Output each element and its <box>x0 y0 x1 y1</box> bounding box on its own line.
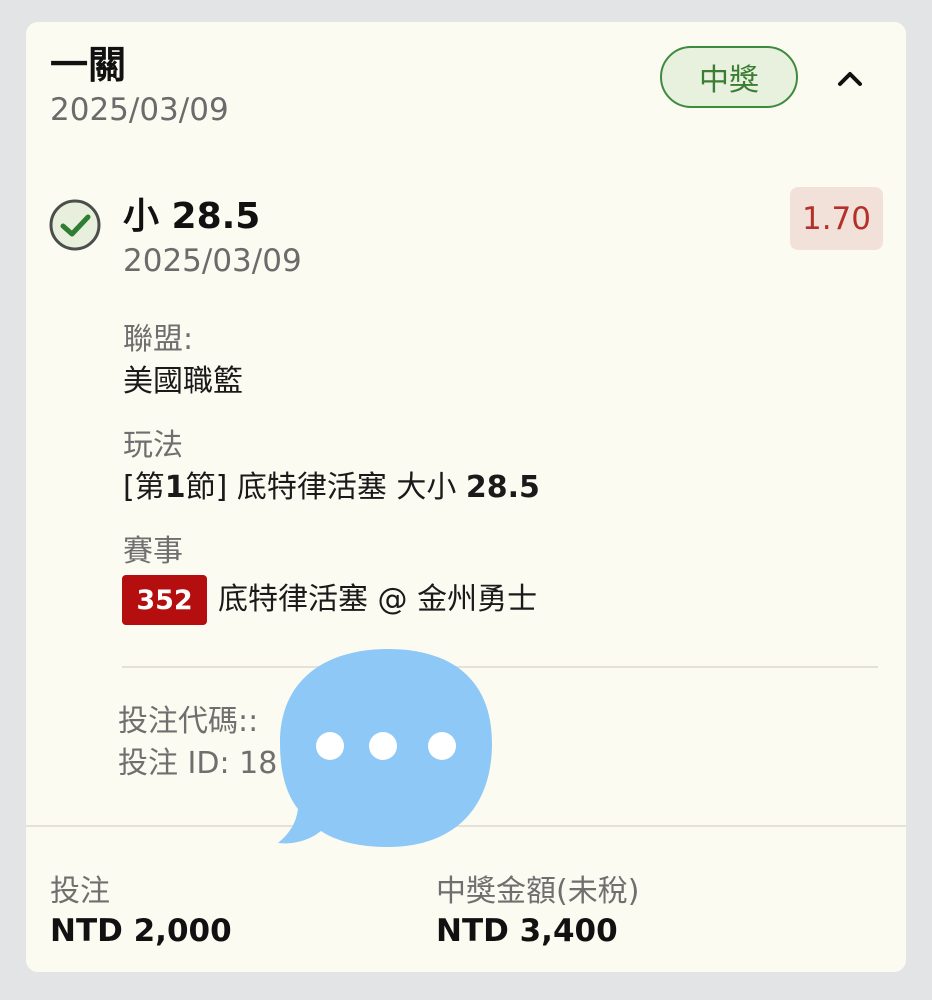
payout-label: 中獎金額(未稅) <box>436 874 640 909</box>
bet-code-label: 投注代碼:: <box>118 704 259 739</box>
collapse-button[interactable] <box>826 58 874 98</box>
market-period: 1 <box>164 470 186 505</box>
selection-date: 2025/03/09 <box>123 243 302 279</box>
divider <box>122 666 878 668</box>
event-code: 352 <box>136 584 193 616</box>
event-name: 底特律活塞 @ 金州勇士 <box>218 582 538 617</box>
bet-date: 2025/03/09 <box>50 92 229 128</box>
event-label: 賽事 <box>123 534 183 569</box>
status-badge-label: 中獎 <box>699 63 759 98</box>
odds-value: 1.70 <box>801 200 872 237</box>
market-line: 28.5 <box>465 470 540 505</box>
status-badge: 中獎 <box>660 46 798 108</box>
check-circle-icon <box>49 199 101 251</box>
market-value: [第1節] 底特律活塞 大小 28.5 <box>123 468 540 508</box>
market-label: 玩法 <box>123 428 183 463</box>
market-description: 節] 底特律活塞 大小 <box>185 470 466 505</box>
chevron-up-icon <box>838 72 862 86</box>
selection-name: 小 28.5 <box>123 196 261 237</box>
odds-badge: 1.70 <box>790 187 883 250</box>
bet-id-label: 投注 ID: 18 <box>118 746 278 781</box>
bet-type-title: 一關 <box>50 43 127 87</box>
league-value: 美國職籃 <box>123 364 243 399</box>
chat-bubble-icon[interactable] <box>276 643 496 853</box>
market-prefix: [第 <box>123 470 165 505</box>
stake-value: NTD 2,000 <box>50 913 232 949</box>
stake-label: 投注 <box>50 874 110 909</box>
league-label: 聯盟: <box>123 322 194 357</box>
event-code-badge: 352 <box>122 575 207 625</box>
payout-value: NTD 3,400 <box>436 913 618 949</box>
